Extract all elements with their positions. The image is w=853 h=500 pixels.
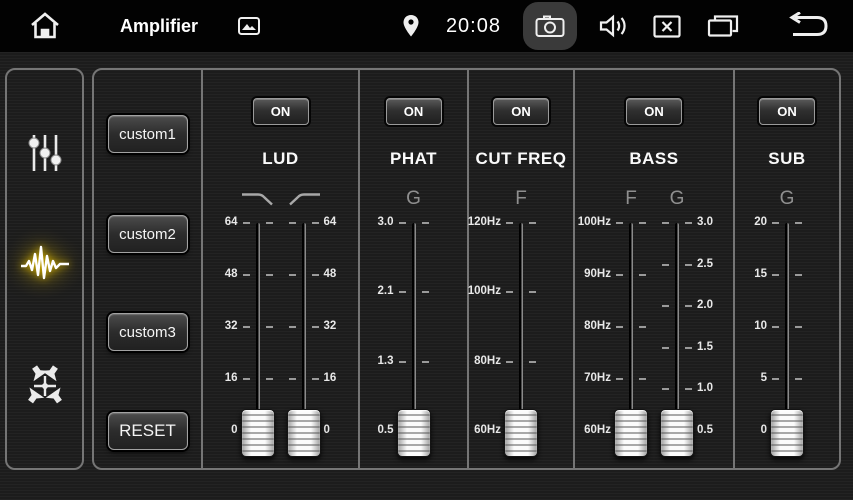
- bass-gain-slider[interactable]: 3.02.52.01.51.00.5: [654, 217, 700, 465]
- location-icon: [402, 14, 420, 38]
- page-title: Amplifier: [120, 16, 198, 37]
- slider-knob[interactable]: [397, 409, 431, 457]
- presets-column: custom1 custom2 custom3 RESET: [94, 70, 201, 468]
- slider-knob[interactable]: [614, 409, 648, 457]
- sub-slider[interactable]: 20151050: [764, 217, 810, 465]
- lud-column: ON LUD 644832160 64: [201, 70, 358, 468]
- cut-freq-letter: F: [498, 185, 544, 213]
- tick-label: 1.3: [378, 355, 394, 367]
- screenshot-button[interactable]: [523, 2, 577, 50]
- lud-title: LUD: [262, 149, 298, 169]
- top-bar: Amplifier 20:08: [0, 0, 853, 53]
- tick-label: 80Hz: [584, 320, 611, 332]
- tick-label: 1.5: [697, 341, 713, 353]
- equalizer-icon: [22, 130, 68, 176]
- tick-label: 20: [754, 216, 767, 228]
- tick-label: 0: [231, 424, 237, 436]
- tick-label: 2.0: [697, 299, 713, 311]
- cut-freq-column: ON CUT FREQ F 120Hz100Hz80Hz60Hz: [467, 70, 573, 468]
- tick-label: 10: [754, 320, 767, 332]
- cut-freq-title: CUT FREQ: [476, 149, 567, 169]
- custom1-button[interactable]: custom1: [108, 115, 188, 153]
- reset-button[interactable]: RESET: [108, 412, 188, 450]
- clock: 20:08: [446, 15, 501, 38]
- tick-label: 48: [324, 268, 337, 280]
- sidebar-item-equalizer[interactable]: [22, 130, 68, 176]
- home-icon[interactable]: [28, 10, 62, 42]
- waveform-icon: [19, 242, 71, 286]
- sidebar-item-fader-balance[interactable]: [21, 362, 69, 410]
- fader-balance-icon: [21, 362, 69, 410]
- custom3-button[interactable]: custom3: [108, 313, 188, 351]
- tick-label: 3.0: [697, 216, 713, 228]
- tick-label: 64: [225, 216, 238, 228]
- amplifier-screen: Amplifier 20:08: [0, 0, 853, 500]
- lud-on-button[interactable]: ON: [253, 98, 309, 125]
- tick-label: 5: [761, 372, 767, 384]
- lud-right-slider[interactable]: 644832160: [281, 217, 327, 465]
- bass-freq-slider[interactable]: 100Hz90Hz80Hz70Hz60Hz: [608, 217, 654, 465]
- tick-label: 70Hz: [584, 372, 611, 384]
- custom2-button[interactable]: custom2: [108, 215, 188, 253]
- phat-column: ON PHAT G 3.02.11.30.5: [358, 70, 467, 468]
- phat-gain-letter: G: [391, 185, 437, 213]
- slider-knob[interactable]: [770, 409, 804, 457]
- slider-knob[interactable]: [504, 409, 538, 457]
- sub-gain-letter: G: [764, 185, 810, 213]
- sidebar-item-sound-effects[interactable]: [19, 242, 71, 286]
- cut-freq-slider[interactable]: 120Hz100Hz80Hz60Hz: [498, 217, 544, 465]
- phat-slider[interactable]: 3.02.11.30.5: [391, 217, 437, 465]
- slider-knob[interactable]: [660, 409, 694, 457]
- lud-left-slider[interactable]: 644832160: [235, 217, 281, 465]
- tick-label: 120Hz: [468, 216, 501, 228]
- tick-label: 0: [761, 424, 767, 436]
- sub-title: SUB: [768, 149, 805, 169]
- tick-label: 64: [324, 216, 337, 228]
- tick-label: 3.0: [378, 216, 394, 228]
- tick-label: 80Hz: [474, 355, 501, 367]
- lowpass-curve-icon: [235, 185, 281, 213]
- cut-freq-on-button[interactable]: ON: [493, 98, 549, 125]
- phat-title: PHAT: [390, 149, 437, 169]
- back-icon[interactable]: [785, 12, 829, 40]
- tick-label: 100Hz: [578, 216, 611, 228]
- tick-label: 2.5: [697, 258, 713, 270]
- bass-gain-letter: G: [654, 185, 700, 213]
- tick-label: 32: [324, 320, 337, 332]
- bass-column: ON BASS F G 100Hz90Hz80Hz70Hz60Hz 3.02.5…: [573, 70, 733, 468]
- bass-on-button[interactable]: ON: [626, 98, 682, 125]
- amplifier-panel: custom1 custom2 custom3 RESET ON LUD: [92, 68, 841, 470]
- content-area: custom1 custom2 custom3 RESET ON LUD: [0, 52, 853, 500]
- tick-label: 16: [324, 372, 337, 384]
- tick-label: 60Hz: [584, 424, 611, 436]
- tick-label: 1.0: [697, 382, 713, 394]
- sub-on-button[interactable]: ON: [759, 98, 815, 125]
- tick-label: 32: [225, 320, 238, 332]
- sidebar: [5, 68, 84, 470]
- sub-column: ON SUB G 20 15 10 5 0: [733, 70, 839, 468]
- tick-label: 48: [225, 268, 238, 280]
- tick-label: 0.5: [697, 424, 713, 436]
- bass-title: BASS: [629, 149, 678, 169]
- phat-on-button[interactable]: ON: [386, 98, 442, 125]
- tick-label: 2.1: [378, 285, 394, 297]
- close-app-icon[interactable]: [653, 15, 681, 38]
- bass-freq-letter: F: [608, 185, 654, 213]
- slider-knob[interactable]: [241, 409, 275, 457]
- tick-label: 100Hz: [468, 285, 501, 297]
- slider-knob[interactable]: [287, 409, 321, 457]
- tick-label: 16: [225, 372, 238, 384]
- tick-label: 90Hz: [584, 268, 611, 280]
- tick-label: 0.5: [378, 424, 394, 436]
- recent-apps-icon[interactable]: [707, 14, 739, 38]
- tick-label: 60Hz: [474, 424, 501, 436]
- highpass-curve-icon: [281, 185, 327, 213]
- volume-icon[interactable]: [599, 13, 629, 39]
- tick-label: 0: [324, 424, 330, 436]
- gallery-icon[interactable]: [238, 17, 260, 35]
- tick-label: 15: [754, 268, 767, 280]
